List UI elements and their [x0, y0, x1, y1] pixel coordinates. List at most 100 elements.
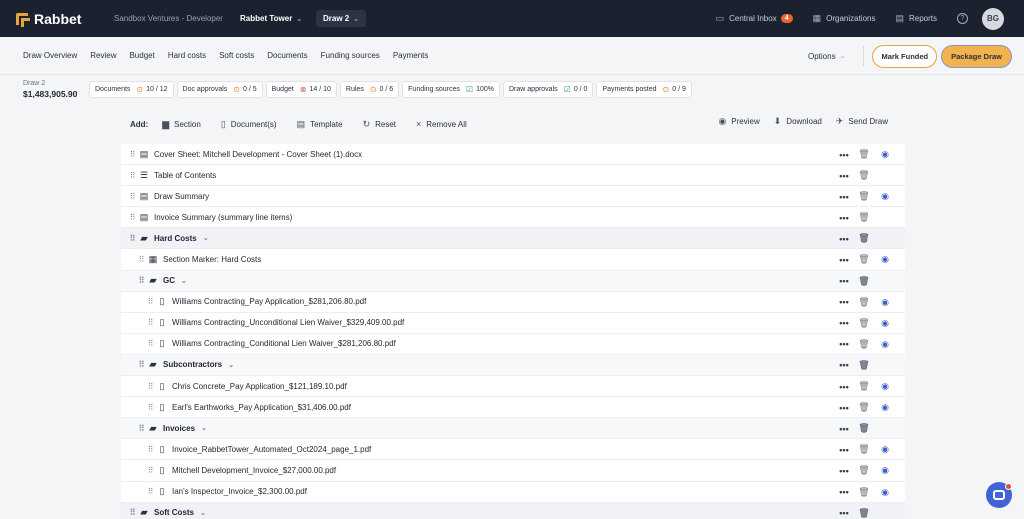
trash-icon[interactable]: 🗑 [858, 297, 869, 307]
stat-rules[interactable]: Rules ⊙ 0 / 6 [339, 81, 400, 98]
stat-doc-approvals[interactable]: Doc approvals ⊙ 0 / 5 [176, 81, 263, 98]
eye-icon[interactable]: ◉ [879, 297, 891, 308]
drag-handle-icon[interactable]: ⠿ [144, 466, 156, 475]
download-button[interactable]: ⬇ Download [774, 116, 822, 127]
document-row[interactable]: ⠿ ▯ Chris Concrete_Pay Application_$121,18… [121, 376, 905, 398]
reset-button[interactable]: ↻ Reset [363, 119, 396, 130]
more-icon[interactable]: ••• [837, 360, 851, 370]
tab-draw-overview[interactable]: Draw Overview [23, 51, 77, 60]
eye-icon[interactable]: ◉ [879, 402, 891, 413]
more-icon[interactable]: ••• [837, 276, 851, 286]
drag-handle-icon[interactable]: ⠿ [126, 508, 138, 517]
drag-handle-icon[interactable]: ⠿ [144, 382, 156, 391]
trash-icon[interactable]: 🗑 [858, 381, 869, 392]
more-icon[interactable]: ••• [837, 403, 851, 413]
more-icon[interactable]: ••• [837, 234, 851, 244]
more-icon[interactable]: ••• [837, 424, 851, 434]
trash-icon[interactable]: 🗑 [858, 254, 869, 265]
trash-icon[interactable]: 🗑 [858, 423, 869, 434]
chat-button[interactable] [986, 482, 1012, 508]
drag-handle-icon[interactable]: ⠿ [126, 171, 138, 180]
trash-icon[interactable]: 🗑 [858, 402, 869, 413]
drag-handle-icon[interactable]: ⠿ [135, 276, 147, 285]
document-row[interactable]: ⠿ ▯ Invoice_RabbetTower_Automated_Oct2024_… [121, 439, 905, 461]
document-row[interactable]: ⠿☰Table of Contents•••🗑◉ [121, 165, 905, 187]
section-row[interactable]: ⠿▰Hard Costs⌄•••🗑◉ [121, 228, 905, 250]
organizations-link[interactable]: ▦ Organizations [813, 13, 876, 24]
more-icon[interactable]: ••• [837, 297, 851, 307]
document-row[interactable]: ⠿ ▤ Cover Sheet: Mitchell Development - Co… [121, 144, 905, 166]
avatar[interactable]: BG [982, 7, 1004, 30]
more-icon[interactable]: ••• [837, 339, 851, 349]
drag-handle-icon[interactable]: ⠿ [126, 150, 138, 159]
logo[interactable]: Rabbet [16, 11, 106, 27]
drag-handle-icon[interactable]: ⠿ [126, 234, 138, 243]
more-icon[interactable]: ••• [837, 171, 851, 181]
package-draw-button[interactable]: Package Draw [941, 44, 1012, 68]
document-row[interactable]: ⠿ ▯ Williams Contracting_Conditional Lien … [121, 333, 905, 355]
trash-icon[interactable]: 🗑 [858, 339, 869, 349]
help-icon[interactable]: ? [957, 13, 968, 24]
drag-handle-icon[interactable]: ⠿ [135, 255, 147, 264]
trash-icon[interactable]: 🗑 [858, 360, 869, 370]
document-row[interactable]: ⠿ ▯ Williams Contracting_Unconditional Lie… [121, 312, 905, 334]
drag-handle-icon[interactable]: ⠿ [135, 360, 147, 369]
add-documents-button[interactable]: ▯ Document(s) [221, 119, 277, 130]
trash-icon[interactable]: 🗑 [858, 170, 869, 181]
more-icon[interactable]: ••• [837, 487, 851, 497]
more-icon[interactable]: ••• [837, 466, 851, 476]
drag-handle-icon[interactable]: ⠿ [144, 403, 156, 412]
trash-icon[interactable]: 🗑 [858, 465, 869, 476]
tab-funding-sources[interactable]: Funding sources [321, 51, 380, 60]
add-template-button[interactable]: ▤ Template [297, 119, 343, 130]
mark-funded-button[interactable]: Mark Funded [872, 44, 938, 68]
trash-icon[interactable]: 🗑 [858, 149, 869, 160]
eye-icon[interactable]: ◉ [879, 318, 891, 329]
options-dropdown[interactable]: Options ⌄ [808, 52, 845, 61]
trash-icon[interactable]: 🗑 [858, 233, 869, 244]
eye-icon[interactable]: ◉ [879, 254, 891, 265]
section-row[interactable]: ⠿▰GC⌄•••🗑◉ [121, 270, 905, 292]
workspace-switcher[interactable]: Sandbox Ventures - Developer [114, 14, 234, 23]
trash-icon[interactable]: 🗑 [858, 191, 869, 202]
eye-icon[interactable]: ◉ [879, 487, 891, 498]
trash-icon[interactable]: 🗑 [858, 212, 869, 223]
tab-review[interactable]: Review [90, 51, 116, 60]
drag-handle-icon[interactable]: ⠿ [126, 213, 138, 222]
document-row[interactable]: ⠿ ▤ Draw Summary ••• 🗑 ◉ [121, 186, 905, 208]
document-row[interactable]: ⠿ ▯ Ian's Inspector_Invoice_$2,300.00.pdf •… [121, 481, 905, 503]
eye-icon[interactable]: ◉ [879, 465, 891, 476]
document-row[interactable]: ⠿ ▯ Earl's Earthworks_Pay Application_$31,… [121, 397, 905, 419]
tab-soft-costs[interactable]: Soft costs [219, 51, 254, 60]
eye-icon[interactable]: ◉ [879, 381, 891, 392]
project-switcher[interactable]: Rabbet Tower ⌄ [240, 14, 310, 23]
tab-hard-costs[interactable]: Hard costs [168, 51, 206, 60]
chevron-down-icon[interactable]: ⌄ [201, 424, 207, 432]
drag-handle-icon[interactable]: ⠿ [144, 487, 156, 496]
more-icon[interactable]: ••• [837, 255, 851, 265]
more-icon[interactable]: ••• [837, 192, 851, 202]
more-icon[interactable]: ••• [837, 508, 851, 518]
trash-icon[interactable]: 🗑 [858, 508, 869, 518]
stat-funding-sources[interactable]: Funding sources ☑ 100% [402, 81, 500, 98]
drag-handle-icon[interactable]: ⠿ [135, 424, 147, 433]
drag-handle-icon[interactable]: ⠿ [144, 445, 156, 454]
drag-handle-icon[interactable]: ⠿ [144, 318, 156, 327]
trash-icon[interactable]: 🗑 [858, 444, 869, 455]
draw-switcher[interactable]: Draw 2 ⌄ [316, 10, 367, 27]
drag-handle-icon[interactable]: ⠿ [144, 339, 156, 348]
stat-documents[interactable]: Documents ⊙ 10 / 12 [89, 81, 174, 98]
chevron-down-icon[interactable]: ⌄ [181, 277, 187, 285]
central-inbox-link[interactable]: ▭ Central Inbox 4 [716, 13, 793, 24]
more-icon[interactable]: ••• [837, 382, 851, 392]
send-draw-button[interactable]: ✈ Send Draw [836, 116, 888, 127]
section-row[interactable]: ⠿▰Soft Costs⌄•••🗑◉ [121, 502, 905, 519]
chevron-down-icon[interactable]: ⌄ [203, 234, 209, 242]
reports-link[interactable]: ▤ Reports [895, 13, 937, 24]
drag-handle-icon[interactable]: ⠿ [144, 297, 156, 306]
more-icon[interactable]: ••• [837, 150, 851, 160]
remove-all-button[interactable]: × Remove All [416, 119, 467, 129]
more-icon[interactable]: ••• [837, 318, 851, 328]
more-icon[interactable]: ••• [837, 445, 851, 455]
stat-budget[interactable]: Budget ⊗ 14 / 10 [265, 81, 337, 98]
